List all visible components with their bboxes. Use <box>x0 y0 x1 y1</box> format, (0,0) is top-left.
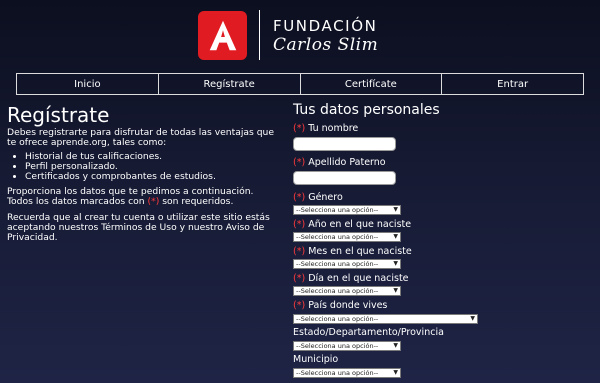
required-marker: (*) <box>293 157 306 168</box>
brand-name-line1: FUNDACIÓN <box>273 17 378 35</box>
instructions-prefix: Todos los datos marcados con <box>7 196 148 207</box>
instructions-suffix: son requeridos. <box>159 196 234 207</box>
required-marker: (*) <box>293 300 306 311</box>
municipio-selected-value: --Selecciona una opción-- <box>296 369 379 377</box>
mes-select[interactable]: --Selecciona una opción-- ▼ <box>293 259 401 269</box>
instructions-paragraph: Proporciona los datos que te pedimos a c… <box>7 187 285 207</box>
municipio-label: Municipio <box>293 354 339 365</box>
pais-label: (*) País donde vives <box>293 300 387 311</box>
nombre-label: (*) Tu nombre <box>293 123 358 134</box>
required-marker: (*) <box>293 219 306 230</box>
apellido-input[interactable] <box>293 171 396 185</box>
page-title: Regístrate <box>7 103 110 127</box>
anio-label: (*) Año en el que naciste <box>293 219 411 230</box>
brand-name-line2: Carlos Slim <box>273 35 379 55</box>
municipio-select[interactable]: --Selecciona una opción-- ▼ <box>293 368 401 378</box>
pais-select[interactable]: --Selecciona una opción-- ▼ <box>293 314 478 324</box>
benefit-item: Certificados y comprobantes de estudios. <box>25 172 285 182</box>
logo-divider <box>259 10 260 60</box>
genero-selected-value: --Selecciona una opción-- <box>296 206 379 214</box>
mes-label-text: Mes en el que naciste <box>308 246 412 257</box>
required-marker: (*) <box>293 273 306 284</box>
mes-label: (*) Mes en el que naciste <box>293 246 412 257</box>
form-title: Tus datos personales <box>293 102 440 118</box>
main-nav: Inicio Regístrate Certifícate Entrar <box>16 73 584 95</box>
dia-selected-value: --Selecciona una opción-- <box>296 287 379 295</box>
estado-selected-value: --Selecciona una opción-- <box>296 342 379 350</box>
pais-selected-value: --Selecciona una opción-- <box>296 315 379 323</box>
dropdown-arrow-icon: ▼ <box>393 342 398 349</box>
letter-a-logo-icon <box>209 20 236 50</box>
mes-selected-value: --Selecciona una opción-- <box>296 260 379 268</box>
dropdown-arrow-icon: ▼ <box>393 260 398 267</box>
apellido-label-text: Apellido Paterno <box>308 157 386 168</box>
genero-select[interactable]: --Selecciona una opción-- ▼ <box>293 205 401 215</box>
dropdown-arrow-icon: ▼ <box>393 287 398 294</box>
aprende-logo[interactable] <box>198 11 247 60</box>
nombre-label-text: Tu nombre <box>308 123 359 134</box>
required-marker: (*) <box>293 123 306 134</box>
required-marker: (*) <box>147 196 160 207</box>
intro-section: Regístrate Debes registrarte para disfru… <box>7 104 285 243</box>
estado-label: Estado/Departamento/Provincia <box>293 327 444 338</box>
terms-paragraph: Recuerda que al crear tu cuenta o utiliz… <box>7 212 270 243</box>
anio-label-text: Año en el que naciste <box>308 219 412 230</box>
dia-label-text: Día en el que naciste <box>308 273 409 284</box>
estado-select[interactable]: --Selecciona una opción-- ▼ <box>293 341 401 351</box>
anio-select[interactable]: --Selecciona una opción-- ▼ <box>293 232 401 242</box>
dropdown-arrow-icon: ▼ <box>393 233 398 240</box>
anio-selected-value: --Selecciona una opción-- <box>296 233 379 241</box>
apellido-label: (*) Apellido Paterno <box>293 157 386 168</box>
genero-label-text: Género <box>308 192 343 203</box>
pais-label-text: País donde vives <box>308 300 388 311</box>
dropdown-arrow-icon: ▼ <box>393 369 398 376</box>
required-marker: (*) <box>293 246 306 257</box>
dropdown-arrow-icon: ▼ <box>470 315 475 322</box>
benefits-list: Historial de tus calificaciones. Perfil … <box>7 152 285 182</box>
genero-label: (*) Género <box>293 192 343 203</box>
nav-certificate[interactable]: Certifícate <box>301 74 443 94</box>
site-header: FUNDACIÓN Carlos Slim <box>0 0 600 72</box>
required-marker: (*) <box>293 192 306 203</box>
nombre-input[interactable] <box>293 137 396 151</box>
dia-select[interactable]: --Selecciona una opción-- ▼ <box>293 286 401 296</box>
dropdown-arrow-icon: ▼ <box>393 206 398 213</box>
nav-entrar[interactable]: Entrar <box>442 74 583 94</box>
nav-registrate[interactable]: Regístrate <box>159 74 301 94</box>
nav-inicio[interactable]: Inicio <box>17 74 159 94</box>
registration-form: Tus datos personales (*) Tu nombre (*) A… <box>293 102 593 378</box>
dia-label: (*) Día en el que naciste <box>293 273 409 284</box>
intro-paragraph: Debes registrarte para disfrutar de toda… <box>7 127 275 148</box>
